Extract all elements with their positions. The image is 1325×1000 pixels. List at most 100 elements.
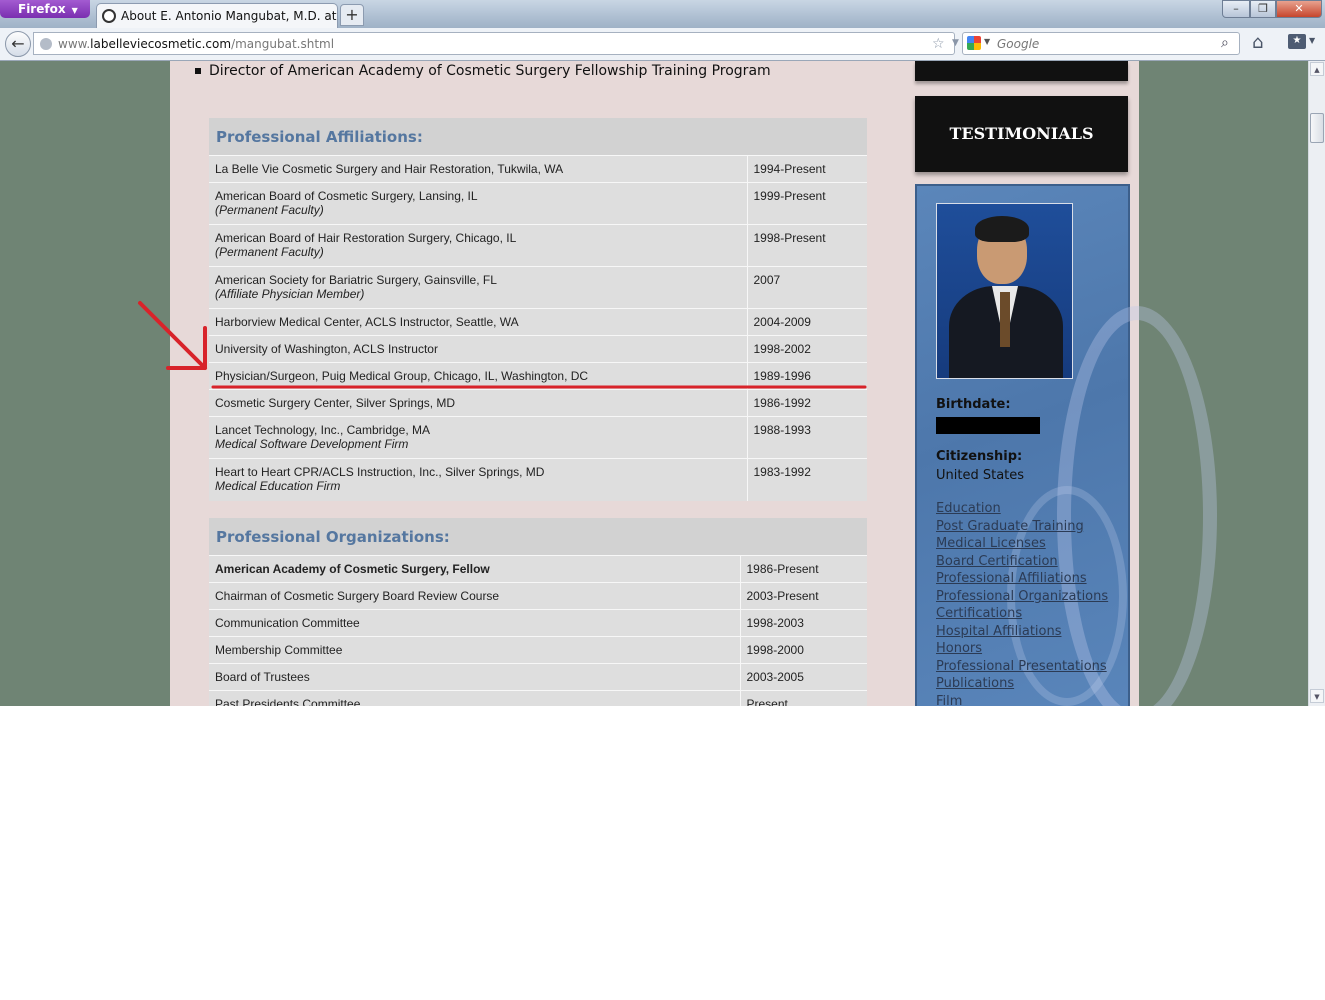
profile-panel: Birthdate: Citizenship: United States Ed… [915, 184, 1217, 707]
organization-name: Board of Trustees [209, 663, 740, 691]
affiliation-name-cell: University of Washington, ACLS Instructo… [209, 335, 747, 363]
table-row: American Academy of Cosmetic Surgery, Fe… [209, 555, 867, 583]
table-row: Chairman of Cosmetic Surgery Board Revie… [209, 582, 867, 610]
affiliations-table: La Belle Vie Cosmetic Surgery and Hair R… [209, 155, 867, 501]
sidebar-link-professional-affiliations[interactable]: Professional Affiliations [936, 570, 1108, 588]
sidebar-link-honors[interactable]: Honors [936, 640, 1108, 658]
scroll-up-arrow-icon[interactable]: ▲ [1310, 62, 1324, 76]
google-icon [967, 36, 981, 50]
affiliation-years: 1998-2002 [746, 335, 867, 363]
page-content: Director of American Academy of Cosmetic… [170, 61, 1217, 707]
birthdate-label: Birthdate: [936, 397, 1011, 412]
testimonials-button[interactable]: TESTIMONIALS [915, 96, 1128, 172]
table-row: American Board of Hair Restoration Surge… [209, 224, 867, 267]
affiliation-note: Medical Education Firm [215, 479, 341, 493]
sidebar-link-film[interactable]: Film [936, 693, 1108, 707]
page-viewport: Director of American Academy of Cosmetic… [0, 61, 1308, 706]
back-button[interactable]: ← [5, 31, 31, 57]
url-prefix: www. [58, 37, 91, 51]
organization-name: Past Presidents Committee [209, 690, 740, 706]
history-dropdown-icon[interactable]: ▼ [952, 38, 959, 48]
affiliation-name-cell: Heart to Heart CPR/ACLS Instruction, Inc… [209, 458, 747, 501]
bookmarks-icon[interactable]: ★ [1288, 34, 1306, 49]
organizations-section: Professional Organizations: American Aca… [209, 518, 867, 706]
sidebar-link-medical-licenses[interactable]: Medical Licenses [936, 535, 1108, 553]
photo-hair [975, 216, 1029, 242]
affiliation-years: 1988-1993 [746, 416, 867, 459]
browser-window: Firefox ▼ About E. Antonio Mangubat, M.D.… [0, 0, 1325, 706]
affiliation-name: La Belle Vie Cosmetic Surgery and Hair R… [215, 162, 564, 176]
table-row: Membership Committee 1998-2000 [209, 636, 867, 664]
scroll-thumb[interactable] [1310, 113, 1324, 143]
affiliation-name-cell: American Board of Cosmetic Surgery, Lans… [209, 182, 747, 225]
firefox-menu-button[interactable]: Firefox ▼ [0, 0, 90, 18]
sidebar-link-post-graduate-training[interactable]: Post Graduate Training [936, 518, 1108, 536]
affiliation-years: 1999-Present [746, 182, 867, 225]
url-path: /mangubat.shtml [231, 37, 335, 51]
table-row: Harborview Medical Center, ACLS Instruct… [209, 308, 867, 336]
tab-active[interactable]: About E. Antonio Mangubat, M.D. at La ..… [96, 3, 338, 28]
sidebar-nav-button-top[interactable] [915, 61, 1128, 81]
organization-years: 2003-Present [739, 582, 867, 610]
minimize-button[interactable]: – [1222, 0, 1250, 18]
sidebar-link-board-certification[interactable]: Board Certification [936, 553, 1108, 571]
affiliation-name: Cosmetic Surgery Center, Silver Springs,… [215, 396, 456, 410]
affiliation-name-cell: Cosmetic Surgery Center, Silver Springs,… [209, 389, 747, 417]
chevron-down-icon: ▼ [71, 6, 78, 15]
tab-title: About E. Antonio Mangubat, M.D. at La ..… [121, 9, 337, 23]
table-row: American Society for Bariatric Surgery, … [209, 266, 867, 309]
affiliation-years: 1998-Present [746, 224, 867, 267]
organization-years: 1986-Present [739, 555, 867, 583]
url-bar[interactable]: www.labelleviecosmetic.com/mangubat.shtm… [33, 32, 978, 55]
search-icon[interactable]: ⌕ [1221, 35, 1229, 51]
doctor-photo [936, 203, 1073, 379]
maximize-button[interactable]: ❐ [1250, 0, 1276, 18]
organization-name: American Academy of Cosmetic Surgery, Fe… [209, 555, 740, 583]
table-row-highlighted: Physician/Surgeon, Puig Medical Group, C… [209, 362, 867, 390]
engine-dropdown-icon[interactable]: ▼ [984, 37, 990, 46]
bookmark-star-icon[interactable]: ☆ [932, 36, 945, 52]
back-arrow-icon: ← [11, 34, 25, 53]
new-tab-button[interactable]: + [340, 4, 364, 26]
sidebar-link-professional-presentations[interactable]: Professional Presentations [936, 658, 1108, 676]
table-row: Cosmetic Surgery Center, Silver Springs,… [209, 389, 867, 417]
bookmarks-dropdown-icon[interactable]: ▼ [1309, 36, 1315, 45]
sidebar-link-publications[interactable]: Publications [936, 675, 1108, 693]
table-row: Past Presidents Committee Present [209, 690, 867, 706]
sidebar-link-professional-organizations[interactable]: Professional Organizations [936, 588, 1108, 606]
affiliation-years: 2004-2009 [746, 308, 867, 336]
organizations-table: American Academy of Cosmetic Surgery, Fe… [209, 555, 867, 706]
citizenship-value: United States [936, 468, 1025, 483]
close-window-button[interactable]: ✕ [1276, 0, 1322, 18]
affiliation-name-cell: La Belle Vie Cosmetic Surgery and Hair R… [209, 155, 747, 183]
site-favicon-icon [102, 9, 116, 23]
home-icon[interactable]: ⌂ [1252, 32, 1263, 53]
affiliation-name: Harborview Medical Center, ACLS Instruct… [215, 315, 519, 329]
globe-icon [40, 38, 52, 50]
affiliation-years: 1986-1992 [746, 389, 867, 417]
table-row: University of Washington, ACLS Instructo… [209, 335, 867, 363]
search-placeholder: Google [997, 37, 1040, 51]
sidebar-link-hospital-affiliations[interactable]: Hospital Affiliations [936, 623, 1108, 641]
affiliation-years: 1994-Present [746, 155, 867, 183]
affiliation-years: 1989-1996 [746, 362, 867, 390]
table-row: Communication Committee 1998-2003 [209, 609, 867, 637]
organization-name: Communication Committee [209, 609, 740, 637]
search-input[interactable]: ▼ Google ⌕ [962, 32, 1240, 55]
affiliation-name: American Board of Cosmetic Surgery, Lans… [215, 189, 478, 203]
affiliations-section: Professional Affiliations: La Belle Vie … [209, 118, 867, 501]
vertical-scrollbar[interactable]: ▲ ▼ [1308, 61, 1325, 706]
affiliation-name: Lancet Technology, Inc., Cambridge, MA [215, 423, 431, 437]
affiliation-name: Heart to Heart CPR/ACLS Instruction, Inc… [215, 465, 545, 479]
affiliation-name: University of Washington, ACLS Instructo… [215, 342, 438, 356]
table-row: American Board of Cosmetic Surgery, Lans… [209, 182, 867, 225]
table-row: Lancet Technology, Inc., Cambridge, MA Me… [209, 416, 867, 459]
citizenship-label: Citizenship: [936, 449, 1023, 464]
scroll-down-arrow-icon[interactable]: ▼ [1310, 689, 1324, 703]
affiliation-name: American Board of Hair Restoration Surge… [215, 231, 517, 245]
sidebar-link-education[interactable]: Education [936, 500, 1108, 518]
sidebar-link-certifications[interactable]: Certifications [936, 605, 1108, 623]
affiliation-name-cell: Lancet Technology, Inc., Cambridge, MA Me… [209, 416, 747, 459]
firefox-menu-label: Firefox [18, 2, 66, 16]
photo-tie [1000, 292, 1010, 347]
